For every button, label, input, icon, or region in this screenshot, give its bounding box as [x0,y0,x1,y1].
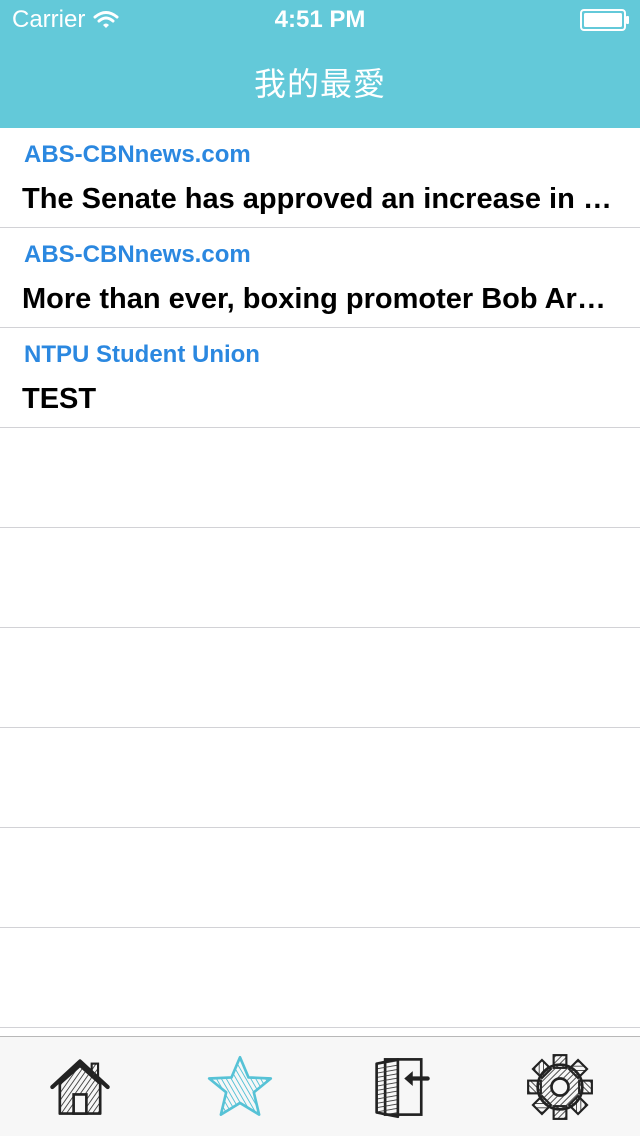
list-item-title: TEST [22,383,97,415]
empty-row [0,728,640,828]
list-item-source: NTPU Student Union [24,341,260,368]
list-item[interactable]: ABS-CBNnews.com More than ever, boxing p… [0,228,640,328]
exit-door-icon [375,1058,430,1119]
top-bar: Carrier 4:51 PM 我的最愛 [0,0,640,128]
status-bar: Carrier 4:51 PM [0,0,640,40]
home-tab[interactable] [40,1049,120,1125]
list-item-title: More than ever, boxing promoter Bob Arum [22,283,616,315]
empty-row [0,1028,640,1036]
status-time: 4:51 PM [274,6,366,33]
gear-icon [527,1054,593,1120]
empty-row [0,528,640,628]
list-item-source: ABS-CBNnews.com [24,141,251,168]
empty-row [0,628,640,728]
settings-tab[interactable] [520,1049,600,1125]
empty-row [0,828,640,928]
battery-icon [580,9,629,31]
tab-bar [0,1036,640,1136]
list-item-title: The Senate has approved an increase in t… [22,183,616,215]
favorites-tab[interactable] [200,1049,280,1125]
favorites-list: ABS-CBNnews.com The Senate has approved … [0,128,640,1036]
list-item[interactable]: ABS-CBNnews.com The Senate has approved … [0,128,640,228]
home-icon [50,1059,110,1115]
list-item[interactable]: NTPU Student Union TEST [0,328,640,428]
empty-row [0,928,640,1028]
empty-row [0,428,640,528]
exit-tab[interactable] [360,1049,440,1125]
list-item-source: ABS-CBNnews.com [24,241,251,268]
star-icon [207,1055,273,1116]
page-title: 我的最愛 [253,66,386,102]
